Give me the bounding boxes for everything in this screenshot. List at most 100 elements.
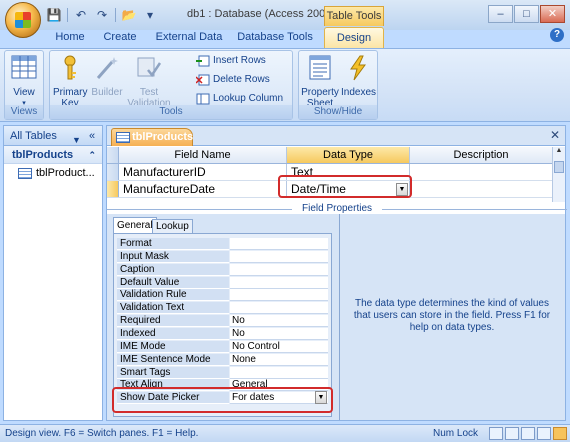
collapse-pane-icon[interactable]: « bbox=[89, 126, 95, 146]
nav-item-label: tblProduct... bbox=[36, 167, 95, 179]
delete-rows-button[interactable]: Delete Rows bbox=[196, 72, 270, 88]
tab-home[interactable]: Home bbox=[46, 27, 94, 48]
property-label: Input Mask bbox=[117, 250, 229, 263]
open-icon[interactable]: 📂 bbox=[121, 7, 137, 23]
sql-view-icon[interactable] bbox=[537, 427, 551, 440]
field-name-cell[interactable]: ManufacturerID bbox=[119, 164, 287, 180]
maximize-button[interactable]: □ bbox=[514, 5, 539, 23]
indexes-label: Indexes bbox=[341, 87, 377, 98]
property-label: IME Sentence Mode bbox=[117, 353, 229, 366]
nav-item-tblproducts[interactable]: tblProduct... bbox=[4, 164, 102, 182]
property-value[interactable] bbox=[230, 302, 328, 315]
help-icon[interactable]: ? bbox=[550, 28, 564, 42]
view-switcher bbox=[489, 427, 567, 440]
column-header-data-type[interactable]: Data Type bbox=[287, 147, 410, 163]
property-row[interactable]: Caption bbox=[117, 263, 328, 276]
primary-key-button[interactable]: Primary Key bbox=[53, 54, 87, 109]
property-sheet-button[interactable]: Property Sheet bbox=[301, 54, 339, 109]
redo-icon[interactable]: ↷ bbox=[94, 7, 110, 23]
builder-wand-icon bbox=[96, 57, 118, 79]
datasheet-view-icon[interactable] bbox=[489, 427, 503, 440]
property-value[interactable]: No Control bbox=[230, 340, 328, 353]
property-row[interactable]: Indexed No bbox=[117, 327, 328, 340]
property-value[interactable]: No bbox=[230, 327, 328, 340]
qat-separator bbox=[67, 8, 68, 22]
property-row[interactable]: Default Value bbox=[117, 276, 328, 289]
property-row[interactable]: Validation Rule bbox=[117, 289, 328, 302]
views-group: View ▾ Views bbox=[4, 50, 44, 120]
property-row[interactable]: Input Mask bbox=[117, 250, 328, 263]
data-type-highlight bbox=[278, 175, 412, 198]
view-label: View bbox=[13, 87, 35, 98]
lightning-icon bbox=[350, 55, 366, 81]
quick-access-toolbar: 💾 ↶ ↷ 📂 ▾ bbox=[46, 6, 158, 24]
tab-external-data[interactable]: External Data bbox=[150, 27, 228, 48]
undo-icon[interactable]: ↶ bbox=[73, 7, 89, 23]
property-label: Default Value bbox=[117, 276, 229, 289]
save-icon[interactable]: 💾 bbox=[46, 7, 62, 23]
pivotchart-view-icon[interactable] bbox=[521, 427, 535, 440]
builder-button[interactable]: Builder bbox=[90, 54, 124, 98]
show-date-picker-highlight bbox=[112, 387, 333, 413]
property-row[interactable]: Required No bbox=[117, 315, 328, 328]
office-button[interactable] bbox=[5, 2, 41, 38]
tab-create[interactable]: Create bbox=[96, 27, 144, 48]
property-value[interactable] bbox=[230, 276, 328, 289]
customize-qat-icon[interactable]: ▾ bbox=[142, 7, 158, 23]
document-tab-row: tblProducts ✕ bbox=[107, 126, 565, 146]
nav-group-header[interactable]: tblProducts ⌃ bbox=[4, 146, 102, 164]
property-row[interactable]: IME Mode No Control bbox=[117, 340, 328, 353]
tab-design[interactable]: Design bbox=[324, 27, 384, 48]
grid-vertical-scrollbar[interactable]: ▲ bbox=[552, 147, 565, 202]
nav-pane-header[interactable]: All Tables ▼ « bbox=[4, 126, 102, 146]
property-value[interactable] bbox=[230, 263, 328, 276]
description-cell[interactable] bbox=[410, 181, 553, 197]
builder-label: Builder bbox=[91, 87, 123, 98]
property-value[interactable] bbox=[230, 250, 328, 263]
close-document-icon[interactable]: ✕ bbox=[550, 128, 560, 142]
scroll-thumb[interactable] bbox=[554, 161, 564, 173]
tools-group-label: Tools bbox=[50, 105, 292, 119]
property-value[interactable]: No bbox=[230, 315, 328, 328]
property-row[interactable]: Format bbox=[117, 238, 328, 250]
description-cell[interactable] bbox=[410, 164, 553, 180]
property-row[interactable]: Smart Tags bbox=[117, 366, 328, 379]
close-button[interactable]: ✕ bbox=[540, 5, 565, 23]
property-value[interactable] bbox=[230, 289, 328, 302]
property-value[interactable]: None bbox=[230, 353, 328, 366]
scroll-up-icon[interactable]: ▲ bbox=[553, 147, 565, 159]
row-selector-current[interactable] bbox=[107, 181, 119, 197]
property-label: IME Mode bbox=[117, 340, 229, 353]
pivottable-view-icon[interactable] bbox=[505, 427, 519, 440]
column-header-description[interactable]: Description bbox=[410, 147, 553, 163]
indexes-button[interactable]: Indexes bbox=[341, 54, 377, 98]
property-row[interactable]: Validation Text bbox=[117, 302, 328, 315]
property-label: Indexed bbox=[117, 327, 229, 340]
insert-rows-button[interactable]: Insert Rows bbox=[196, 53, 266, 69]
delete-rows-label: Delete Rows bbox=[213, 74, 270, 85]
document-tab-tblproducts[interactable]: tblProducts bbox=[111, 128, 193, 146]
collapse-group-icon[interactable]: ⌃ bbox=[88, 146, 96, 164]
property-label: Caption bbox=[117, 263, 229, 276]
property-value[interactable] bbox=[230, 238, 328, 250]
office-logo-icon bbox=[15, 12, 31, 28]
field-name-cell[interactable]: ManufactureDate bbox=[119, 181, 287, 197]
property-label: Validation Text bbox=[117, 302, 229, 315]
minimize-button[interactable]: – bbox=[488, 5, 513, 23]
field-grid-header: Field Name Data Type Description bbox=[107, 147, 553, 164]
tab-lookup[interactable]: Lookup bbox=[152, 219, 193, 233]
insert-rows-icon bbox=[196, 55, 210, 67]
insert-rows-label: Insert Rows bbox=[213, 55, 266, 66]
column-header-field-name[interactable]: Field Name bbox=[119, 147, 287, 163]
property-value[interactable] bbox=[230, 366, 328, 379]
ribbon-tabs: Home Create External Data Database Tools… bbox=[0, 26, 570, 48]
nav-pane-title: All Tables bbox=[10, 130, 57, 142]
design-view-icon[interactable] bbox=[553, 427, 567, 440]
view-button[interactable]: View ▾ bbox=[7, 54, 41, 109]
tab-general[interactable]: General bbox=[113, 217, 157, 233]
property-row[interactable]: IME Sentence Mode None bbox=[117, 353, 328, 366]
delete-rows-icon bbox=[196, 74, 210, 86]
tab-database-tools[interactable]: Database Tools bbox=[233, 27, 317, 48]
validation-icon bbox=[137, 57, 162, 78]
row-selector[interactable] bbox=[107, 164, 119, 180]
